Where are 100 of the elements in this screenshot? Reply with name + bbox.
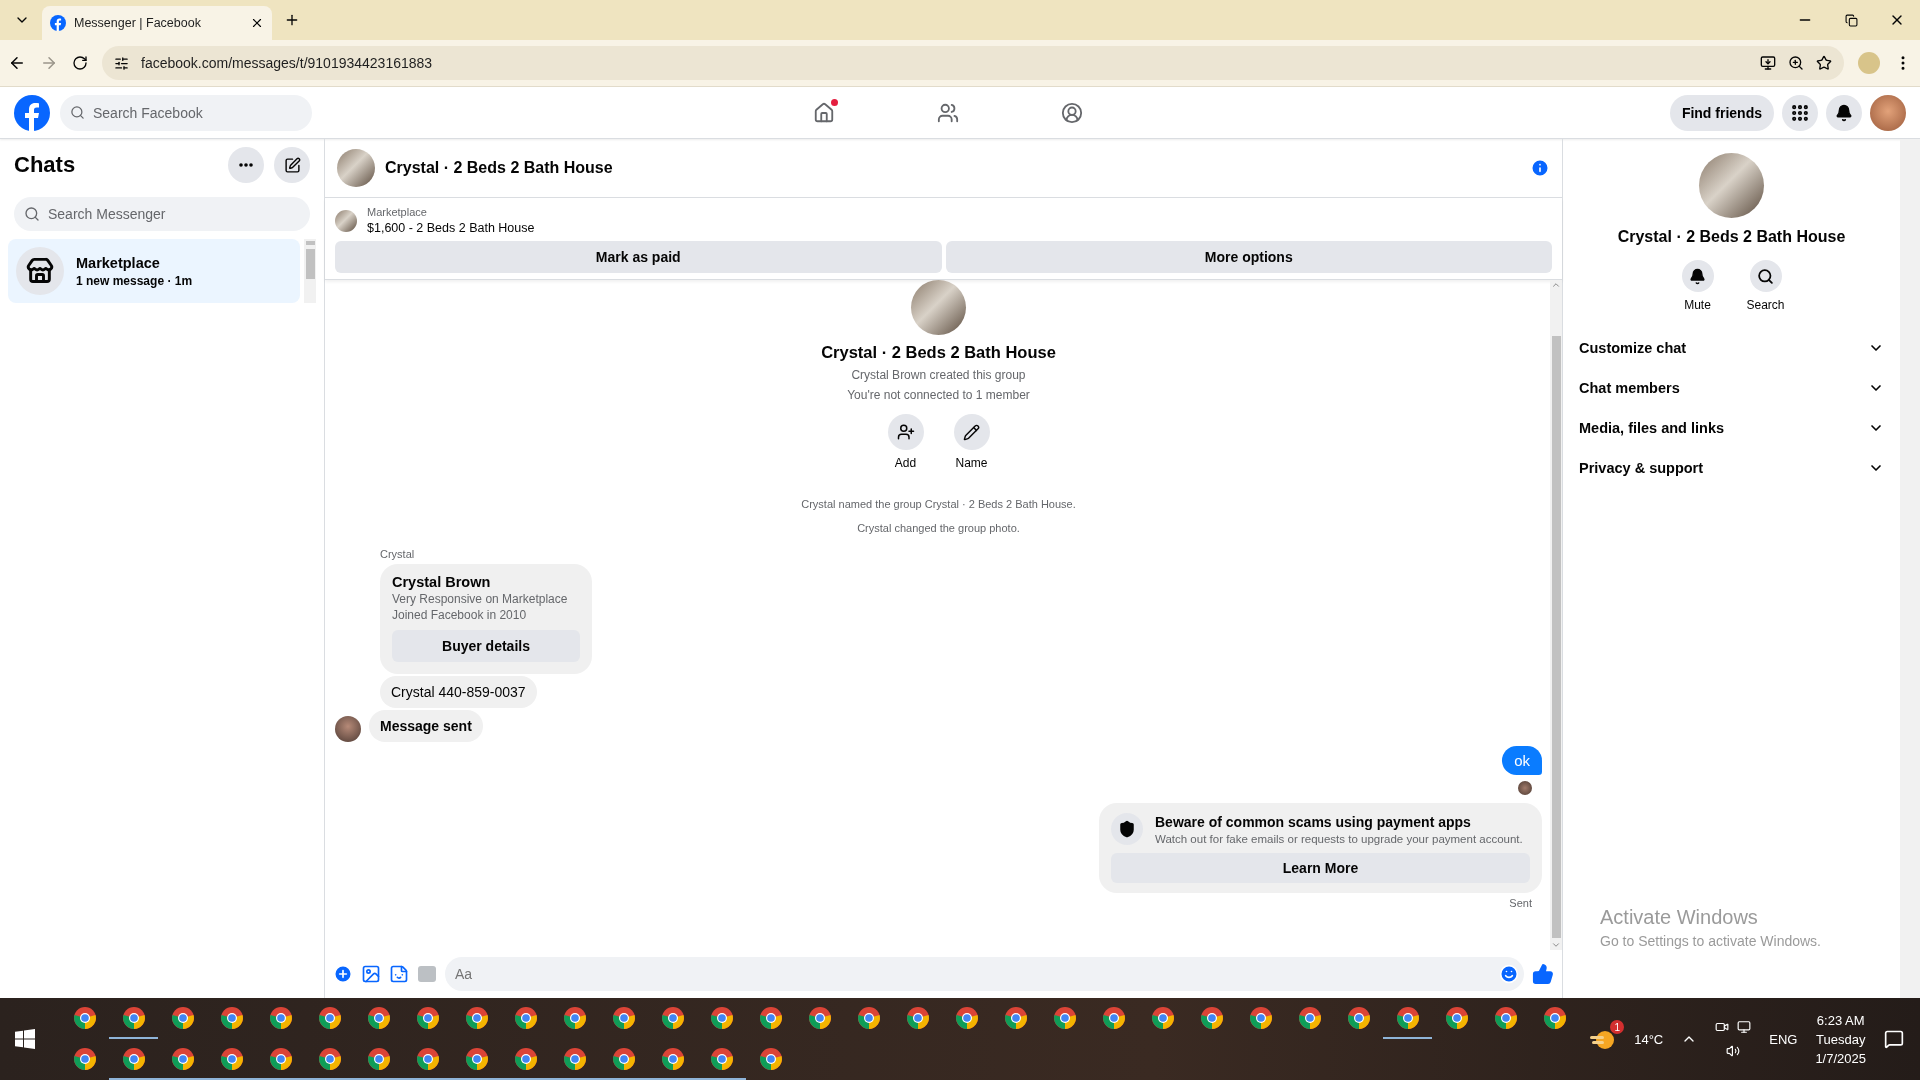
search-field[interactable]: Search Facebook bbox=[60, 94, 312, 131]
browser-app-icon[interactable] bbox=[807, 1005, 832, 1030]
plus-icon[interactable] bbox=[333, 964, 353, 984]
browser-app-icon[interactable] bbox=[1542, 1005, 1567, 1030]
info-icon[interactable] bbox=[1530, 158, 1550, 178]
scrollbar[interactable] bbox=[1900, 139, 1920, 998]
browser-app-icon[interactable] bbox=[562, 1046, 587, 1071]
listing-action-button[interactable]: More options bbox=[945, 241, 1552, 273]
camera-icon[interactable] bbox=[1715, 1020, 1730, 1034]
network-icon[interactable] bbox=[1737, 1020, 1752, 1034]
back-icon[interactable] bbox=[8, 54, 26, 72]
browser-app-icon[interactable] bbox=[660, 1046, 685, 1071]
restore-icon[interactable] bbox=[1844, 13, 1858, 27]
browser-app-icon[interactable] bbox=[1346, 1005, 1371, 1030]
browser-app-icon[interactable] bbox=[72, 1046, 97, 1071]
browser-app-icon[interactable] bbox=[1150, 1005, 1175, 1030]
browser-app-icon[interactable] bbox=[121, 1046, 146, 1071]
zoom-icon[interactable] bbox=[1788, 55, 1804, 71]
browser-app-icon[interactable] bbox=[905, 1005, 930, 1030]
browser-app-icon[interactable] bbox=[1444, 1005, 1469, 1030]
details-section[interactable]: Chat members bbox=[1571, 368, 1892, 408]
weather-icon[interactable] bbox=[1590, 1028, 1617, 1050]
browser-tab[interactable]: Messenger | Facebook bbox=[42, 6, 272, 40]
browser-app-icon[interactable] bbox=[415, 1046, 440, 1071]
notifications-icon[interactable] bbox=[1884, 1029, 1904, 1049]
browser-app-icon[interactable] bbox=[1101, 1005, 1126, 1030]
browser-app-icon[interactable] bbox=[954, 1005, 979, 1030]
site-settings-icon[interactable] bbox=[114, 55, 129, 71]
details-section[interactable]: Customize chat bbox=[1571, 328, 1892, 368]
address-bar[interactable]: facebook.com/messages/t/9101934423161883 bbox=[102, 46, 1844, 80]
browser-app-icon[interactable] bbox=[464, 1005, 489, 1030]
bookmark-star-icon[interactable] bbox=[1816, 55, 1832, 71]
browser-app-icon[interactable] bbox=[1199, 1005, 1224, 1030]
shield-glyph-icon bbox=[1118, 820, 1136, 838]
new-message-button[interactable] bbox=[274, 147, 310, 183]
browser-app-icon[interactable] bbox=[562, 1005, 587, 1030]
message-bubble: ok bbox=[1502, 746, 1542, 775]
clock[interactable]: 6:23 AM Tuesday 1/7/2025 bbox=[1815, 1012, 1866, 1066]
language-indicator[interactable]: ENG bbox=[1769, 1031, 1798, 1047]
browser-app-icon[interactable] bbox=[758, 1046, 783, 1071]
sticker-icon[interactable] bbox=[389, 964, 409, 984]
buyer-details-button[interactable]: Buyer details bbox=[392, 630, 580, 662]
notifications-button[interactable] bbox=[1826, 94, 1862, 131]
photo-icon[interactable] bbox=[361, 964, 381, 984]
details-section[interactable]: Media, files and links bbox=[1571, 408, 1892, 448]
browser-app-icon[interactable] bbox=[366, 1046, 391, 1071]
learn-more-button[interactable]: Learn More bbox=[1111, 853, 1530, 883]
account-avatar[interactable] bbox=[1870, 94, 1906, 131]
browser-app-icon[interactable] bbox=[170, 1046, 195, 1071]
group-action-button[interactable] bbox=[953, 414, 990, 450]
thumbs-up-icon[interactable] bbox=[1532, 963, 1554, 985]
browser-app-icon[interactable] bbox=[366, 1005, 391, 1030]
more-button[interactable] bbox=[228, 147, 264, 183]
message-input[interactable]: Aa bbox=[445, 957, 1524, 991]
forward-icon[interactable] bbox=[40, 54, 58, 72]
browser-app-icon[interactable] bbox=[1493, 1005, 1518, 1030]
browser-app-icon[interactable] bbox=[709, 1046, 734, 1071]
close-icon[interactable] bbox=[250, 16, 264, 30]
browser-app-icon[interactable] bbox=[660, 1005, 685, 1030]
browser-app-icon[interactable] bbox=[611, 1046, 636, 1071]
browser-app-icon[interactable] bbox=[513, 1005, 538, 1030]
browser-app-icon[interactable] bbox=[415, 1005, 440, 1030]
detail-action-button[interactable] bbox=[1749, 260, 1782, 292]
scrollbar[interactable] bbox=[1550, 280, 1562, 950]
browser-app-icon[interactable] bbox=[709, 1005, 734, 1030]
browser-app-icon[interactable] bbox=[513, 1046, 538, 1071]
url-text: facebook.com/messages/t/9101934423161883 bbox=[141, 55, 434, 71]
chat-item[interactable]: Marketplace 1 new message · 1m bbox=[8, 239, 300, 303]
browser-app-icon[interactable] bbox=[1003, 1005, 1028, 1030]
browser-app-icon[interactable] bbox=[121, 1005, 146, 1030]
browser-app-icon[interactable] bbox=[219, 1005, 244, 1030]
browser-app-icon[interactable] bbox=[1395, 1005, 1420, 1030]
facebook-logo-icon[interactable] bbox=[14, 94, 50, 131]
browser-app-icon[interactable] bbox=[317, 1005, 342, 1030]
browser-app-icon[interactable] bbox=[758, 1005, 783, 1030]
browser-app-icon[interactable] bbox=[1052, 1005, 1077, 1030]
facebook-logo-icon bbox=[50, 15, 66, 31]
group-action-button[interactable] bbox=[887, 414, 924, 450]
browser-app-icon[interactable] bbox=[1248, 1005, 1273, 1030]
find-friends-button[interactable]: Find friends bbox=[1669, 94, 1774, 131]
browser-app-icon[interactable] bbox=[219, 1046, 244, 1071]
speaker-icon[interactable] bbox=[1726, 1044, 1741, 1058]
browser-app-icon[interactable] bbox=[856, 1005, 881, 1030]
listing-action-button[interactable]: Mark as paid bbox=[335, 241, 942, 273]
browser-app-icon[interactable] bbox=[268, 1005, 293, 1030]
browser-app-icon[interactable] bbox=[268, 1046, 293, 1071]
scrollbar[interactable] bbox=[304, 239, 316, 303]
detail-action-button[interactable] bbox=[1681, 260, 1714, 292]
browser-app-icon[interactable] bbox=[611, 1005, 636, 1030]
browser-app-icon[interactable] bbox=[464, 1046, 489, 1071]
browser-app-icon[interactable] bbox=[72, 1005, 97, 1030]
browser-app-icon[interactable] bbox=[317, 1046, 342, 1071]
browser-app-icon[interactable] bbox=[170, 1005, 195, 1030]
install-icon[interactable] bbox=[1760, 55, 1776, 71]
details-section[interactable]: Privacy & support bbox=[1571, 448, 1892, 488]
menu-button[interactable] bbox=[1782, 94, 1818, 131]
search-field[interactable]: Search Messenger bbox=[14, 197, 310, 231]
windows-logo-icon[interactable] bbox=[15, 1029, 35, 1049]
browser-app-icon[interactable] bbox=[1297, 1005, 1322, 1030]
reload-icon[interactable] bbox=[72, 55, 88, 71]
